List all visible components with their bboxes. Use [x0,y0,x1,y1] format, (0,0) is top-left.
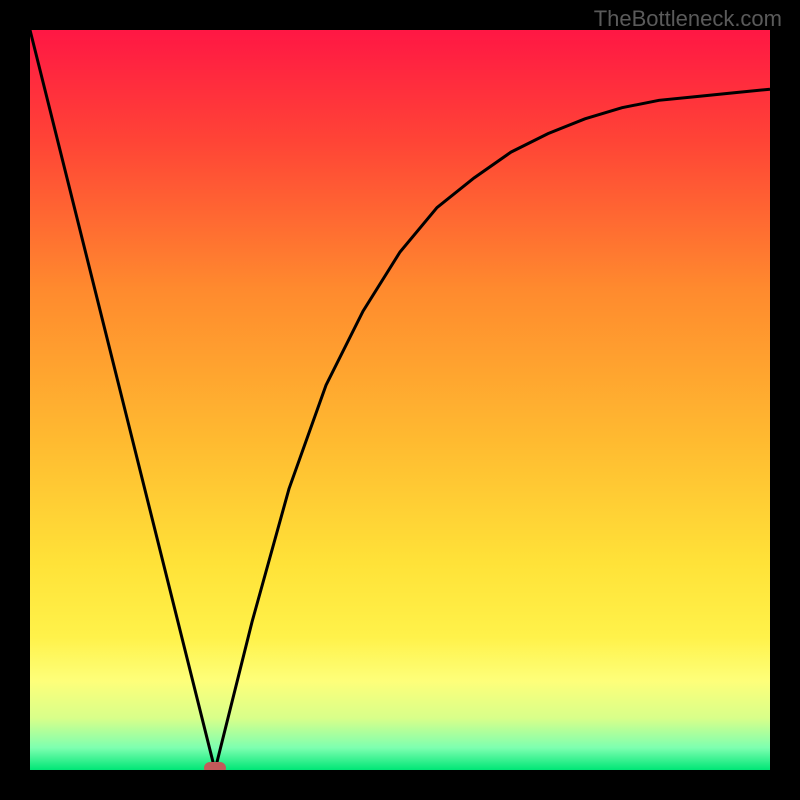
optimum-marker [204,762,226,770]
plot-area [30,30,770,770]
curve-line [30,30,770,770]
watermark-text: TheBottleneck.com [594,6,782,32]
